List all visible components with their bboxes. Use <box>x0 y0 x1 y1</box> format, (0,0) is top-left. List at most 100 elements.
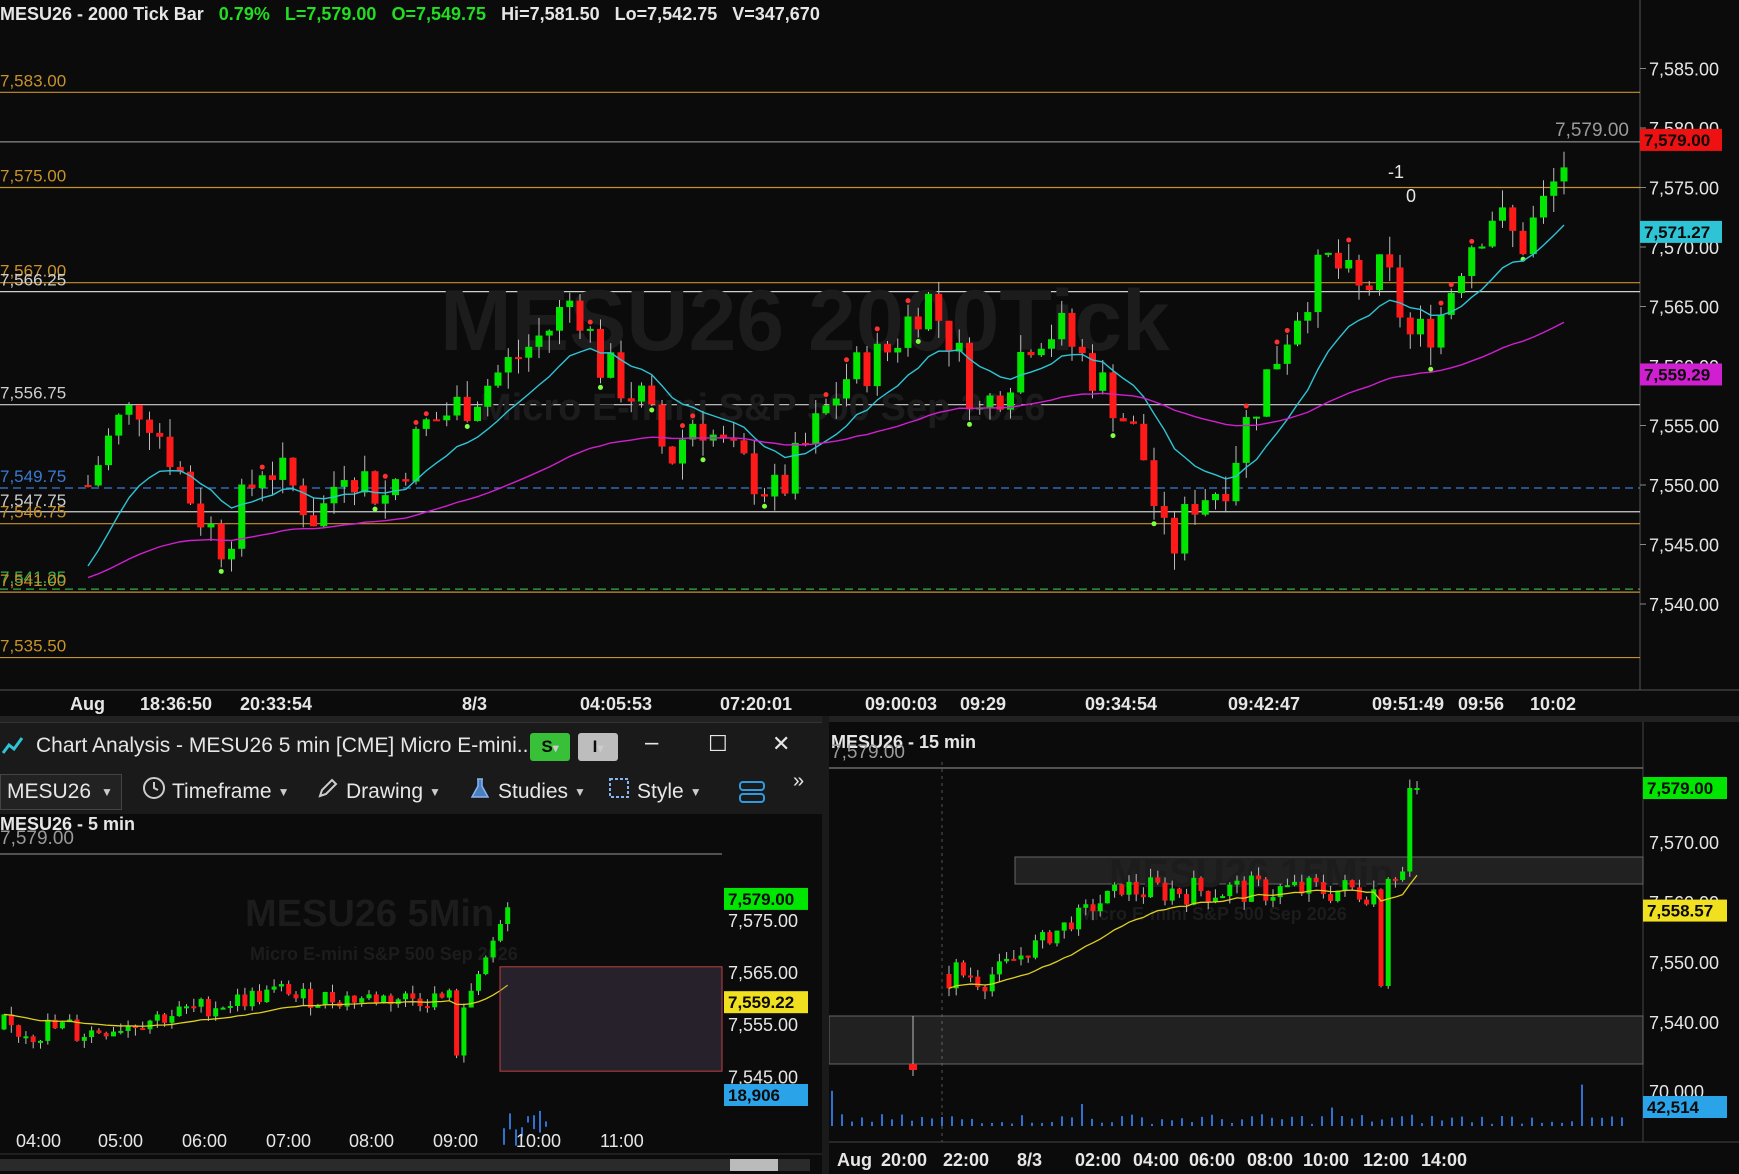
more-button[interactable]: » <box>793 770 804 793</box>
candle-body <box>1220 896 1226 899</box>
candle-body <box>366 994 372 999</box>
candle-body <box>293 994 299 999</box>
candle-body <box>853 352 861 380</box>
candle-body <box>258 475 266 489</box>
chart-5min-pane[interactable]: MESU26 - 5 min 7,579.00 MESU26 5Min Micro … <box>0 814 822 1174</box>
candle-body <box>1054 930 1060 944</box>
volume-bar <box>1271 1117 1273 1126</box>
candle-body <box>184 1006 189 1009</box>
window-split[interactable] <box>822 716 829 1174</box>
candle-body <box>1191 877 1197 905</box>
y-tick-label: 7,570.00 <box>1649 833 1719 853</box>
pivot-dot <box>259 464 265 470</box>
volume-bar <box>1591 1117 1593 1126</box>
volume-bar <box>1341 1116 1343 1126</box>
i-button[interactable]: I▾ <box>578 733 618 761</box>
clock-icon <box>142 776 166 808</box>
chart-15min[interactable]: 7,579.00MESU26 15MinMicro E-mini S&P 500… <box>829 722 1739 1174</box>
x-tick-label: 04:05:53 <box>580 694 652 714</box>
candle-body <box>945 320 953 352</box>
candle-body <box>16 1025 22 1037</box>
ma-tag-text: 7,558.57 <box>1647 902 1713 921</box>
chart-5min[interactable]: 7,579.00 MESU26 5Min Micro E-mini S&P 500 … <box>0 814 822 1174</box>
candle-body <box>1427 318 1435 348</box>
pivot-dot <box>967 421 972 427</box>
volume-bar <box>1141 1117 1143 1126</box>
x-tick-label: 02:00 <box>1075 1150 1121 1170</box>
volume-bar <box>1601 1117 1603 1126</box>
candle-body <box>105 435 112 466</box>
candle-body <box>1155 877 1161 883</box>
volume-bar <box>971 1118 973 1126</box>
candle-body <box>1540 195 1547 218</box>
candle-body <box>140 1028 146 1031</box>
layout-icon[interactable] <box>738 778 766 811</box>
s-button[interactable]: S▾ <box>530 733 570 761</box>
candle-body <box>1414 788 1420 790</box>
candle-body <box>220 1007 226 1010</box>
maximize-button[interactable]: ☐ <box>708 731 728 757</box>
candle-body <box>894 347 902 353</box>
minimize-button[interactable]: ‒ <box>645 729 658 757</box>
pivot-dot <box>915 339 921 345</box>
candle-body <box>59 1022 65 1029</box>
x-tick-label: 20:00 <box>881 1150 927 1170</box>
pivot-dot <box>1284 327 1290 333</box>
candle-body <box>1242 417 1250 463</box>
candle-body <box>461 1007 467 1056</box>
volume-bar <box>1501 1116 1503 1126</box>
candle-body <box>1529 217 1537 255</box>
last-price-tag-text: 7,579.00 <box>728 890 794 909</box>
candle-body <box>23 1036 29 1039</box>
pivot-dot <box>1151 521 1157 527</box>
level-label: 7,566.25 <box>0 271 66 290</box>
volume-bar <box>1031 1122 1033 1126</box>
candle-body <box>454 990 460 1056</box>
x-tick-label: 09:34:54 <box>1085 694 1157 714</box>
drawing-menu[interactable]: Drawing ▼ <box>316 778 441 806</box>
pivot-dot <box>874 326 880 332</box>
candle-body <box>1140 894 1146 898</box>
x-tick-label: 22:00 <box>943 1150 989 1170</box>
candle-body <box>84 485 92 487</box>
candle-body <box>1212 493 1219 501</box>
horizontal-scrollbar <box>0 1159 810 1171</box>
candle-body <box>286 984 292 995</box>
candle-body <box>468 990 474 1008</box>
candle-body <box>402 479 410 482</box>
chart-analysis-titlebar[interactable]: Chart Analysis - MESU26 5 min [CME] Micr… <box>0 722 822 771</box>
candle-body <box>166 436 174 468</box>
chart-15min-pane[interactable]: MESU26 - 15 min 7,579.00 MESU26 15Min Micr… <box>829 722 1739 1174</box>
candle-body <box>45 1019 51 1041</box>
timeframe-menu[interactable]: Timeframe ▼ <box>142 776 290 808</box>
chevron-down-icon: ▼ <box>277 785 290 799</box>
x-tick-label: 05:00 <box>98 1131 143 1151</box>
last-price-tag-text: 7,579.00 <box>1647 779 1713 798</box>
main-price-chart[interactable]: 7,583.007,575.007,567.007,566.257,556.75… <box>0 0 1739 716</box>
volume-bar <box>1451 1117 1453 1126</box>
style-menu[interactable]: Style ▼ <box>607 778 702 806</box>
volume-bar <box>1191 1122 1193 1126</box>
volume-bar <box>1611 1116 1613 1126</box>
candle-body <box>1112 884 1118 891</box>
main-chart-pane[interactable]: MESU26 - 2000 Tick Bar 0.79% L=7,579.00 … <box>0 0 1739 716</box>
candle-body <box>269 475 276 480</box>
candle-body <box>884 343 891 353</box>
close-button[interactable]: ✕ <box>772 731 790 757</box>
candle-body <box>1222 493 1230 502</box>
candle-body <box>1349 880 1355 888</box>
symbol-select[interactable]: MESU26 ▼ <box>0 774 122 810</box>
candle-body <box>1560 167 1568 182</box>
volume-bar <box>1261 1114 1263 1126</box>
candle-body <box>154 1014 160 1021</box>
watermark-sub: Micro E-mini S&P 500 Sep 2026 <box>250 944 518 964</box>
pivot-dot <box>690 413 696 419</box>
x-tick-label: 06:00 <box>1189 1150 1235 1170</box>
candle-body <box>81 1037 87 1041</box>
candle-body <box>1270 897 1276 901</box>
candle-body <box>147 1020 153 1030</box>
candle-body <box>162 1014 168 1023</box>
candle-body <box>960 962 966 976</box>
candle-body <box>1400 871 1406 880</box>
studies-menu[interactable]: Studies ▼ <box>468 778 586 806</box>
